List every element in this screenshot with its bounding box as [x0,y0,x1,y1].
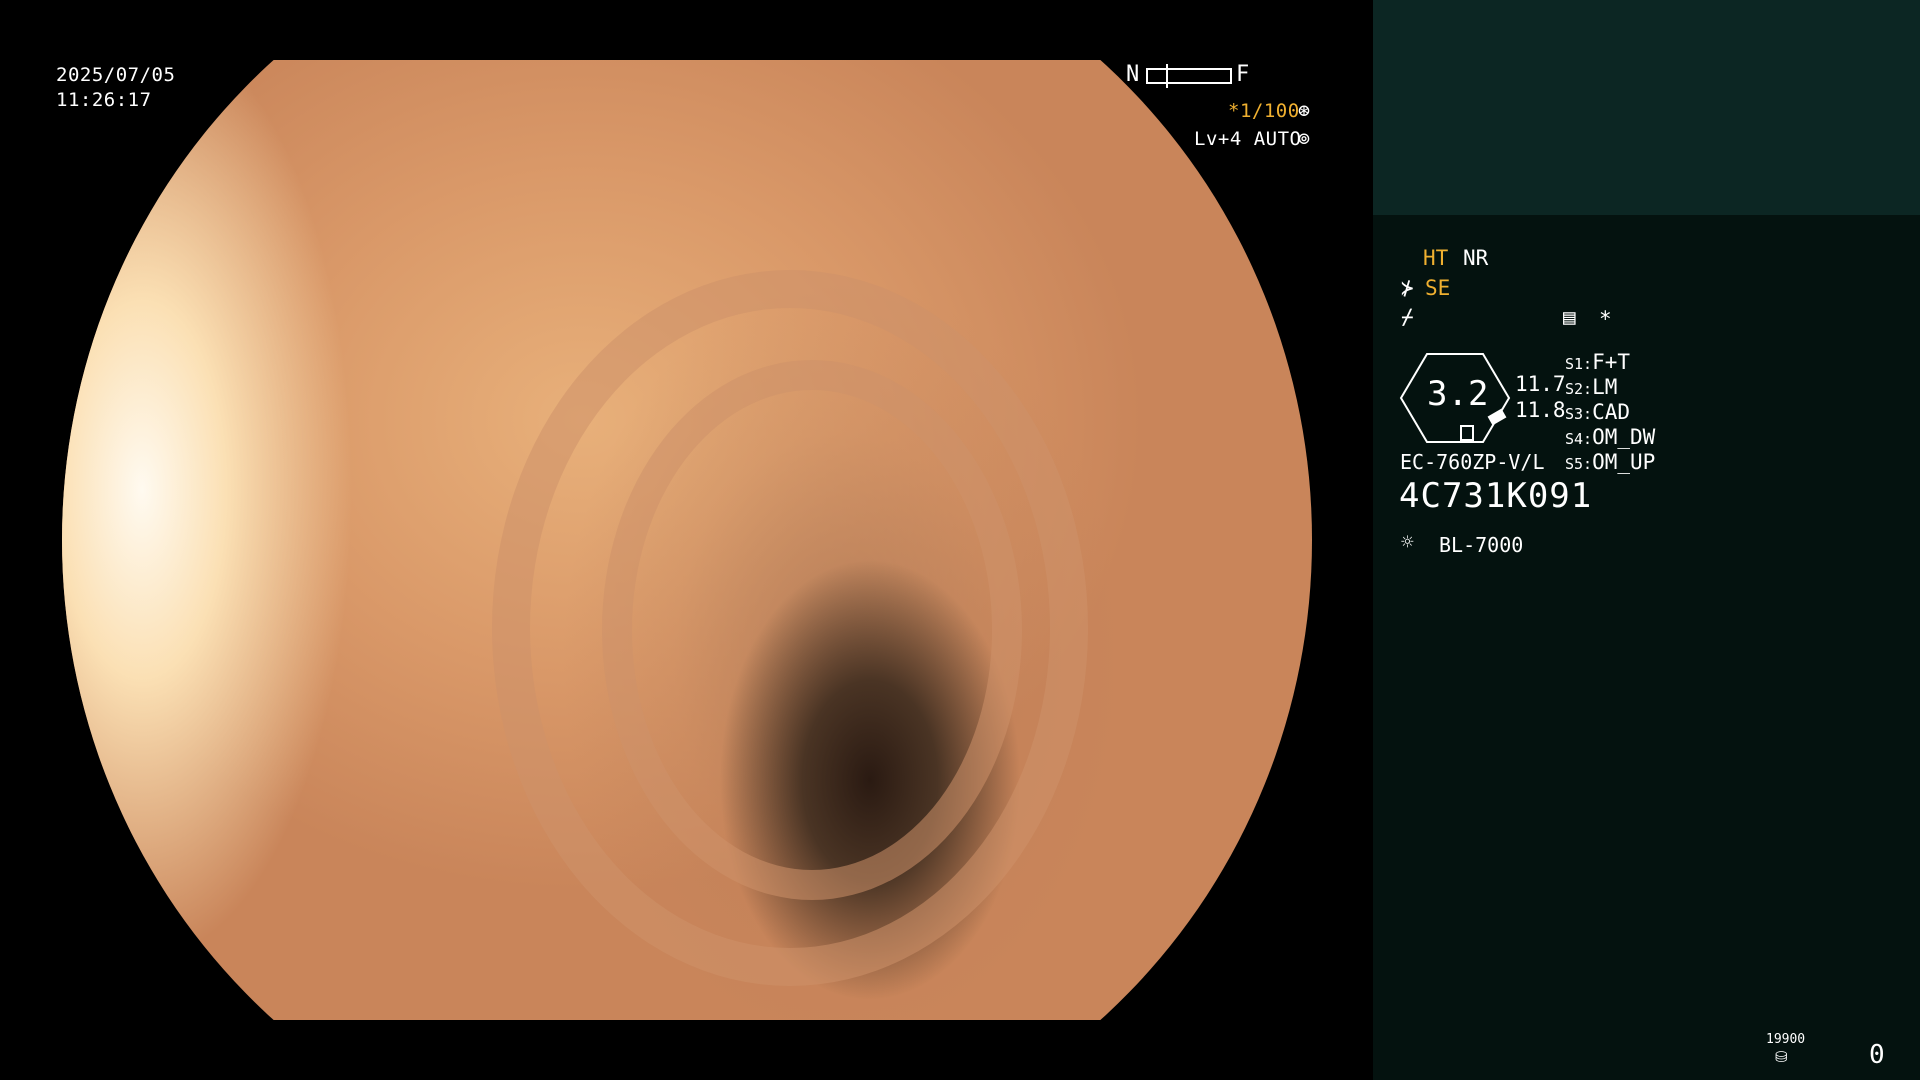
scope-angle-icon: ⊁ [1401,276,1414,300]
zoom-value-a: 11.7 [1515,372,1566,396]
disk-icon: ⛁ [1775,1048,1788,1066]
mode-ht: HT [1423,246,1449,270]
mode-nr: NR [1463,246,1489,270]
mucosal-fold-inner [602,360,1022,900]
switch-item: S1:F+T [1565,350,1631,374]
aperture-icon: ⊛ [1298,98,1311,122]
enhance-icon: ⌿ [1401,305,1414,329]
info-panel: HT NR ⊁ SE ⌿ ▤ * 3.2 11.7 11.8 S1:F+T S2… [1373,0,1920,1080]
light-source-model: BL-7000 [1439,533,1524,557]
far-label: F [1236,62,1250,87]
disk-count: 19900 [1766,1032,1806,1047]
light-level: Lv+4 AUTO [1194,128,1302,150]
shutter-speed: *1/100 [1228,100,1300,122]
mode-se: SE [1425,276,1451,300]
frame-counter: 0 [1869,1040,1885,1070]
switch-item: S2:LM [1565,375,1618,399]
capture-date: 2025/07/05 [56,64,176,86]
near-label: N [1126,62,1140,87]
zoom-value: 3.2 [1427,374,1489,414]
switch-item: S5:OM_UP [1565,450,1656,474]
endoscopic-image [62,60,1312,1020]
near-far-indicator [1146,64,1232,88]
switch-item: S3:CAD [1565,400,1631,424]
endoscope-viewport: 2025/07/05 11:26:17 N F *1/100 ⊛ Lv+4 AU… [0,0,1372,1080]
zoom-value-b: 11.8 [1515,398,1566,422]
light-source-icon: ☼ [1401,530,1414,554]
recorder-icon: ▤ [1563,305,1576,329]
asterisk-indicator: * [1599,307,1612,331]
iris-icon: ⊚ [1298,126,1311,150]
capture-time: 11:26:17 [56,89,152,111]
scope-model: EC-760ZP-V/L [1400,450,1545,474]
panel-header-area [1373,0,1920,215]
scope-serial: 4C731K091 [1399,476,1593,516]
switch-item: S4:OM_DW [1565,425,1656,449]
